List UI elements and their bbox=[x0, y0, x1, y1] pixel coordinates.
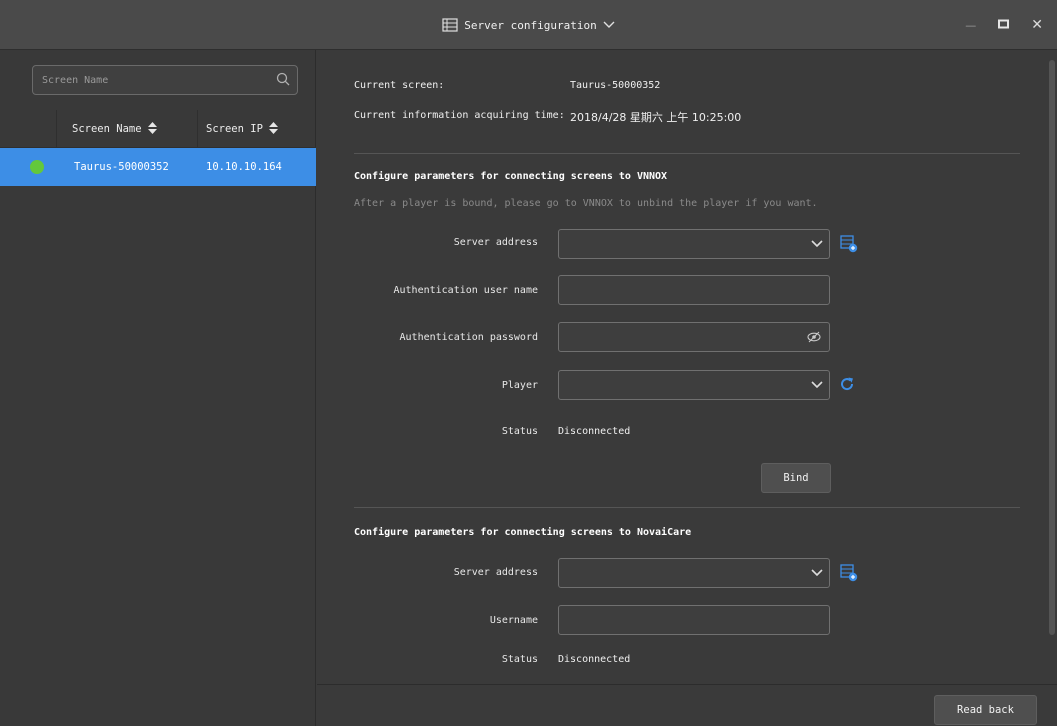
close-icon[interactable]: ✕ bbox=[1031, 17, 1043, 33]
eye-slash-icon[interactable] bbox=[807, 331, 821, 346]
vnnox-heading: Configure parameters for connecting scre… bbox=[354, 171, 668, 182]
vnnox-hint: After a player is bound, please go to VN… bbox=[354, 198, 818, 209]
player-input[interactable] bbox=[559, 371, 799, 399]
column-screen-name[interactable]: Screen Name bbox=[72, 110, 157, 148]
divider bbox=[354, 507, 1020, 508]
server-address-label: Server address bbox=[453, 237, 538, 248]
server-address-label: Server address bbox=[453, 567, 538, 578]
chevron-down-icon[interactable] bbox=[811, 568, 823, 581]
sort-icon[interactable] bbox=[147, 121, 157, 137]
screen-ip-cell: 10.10.10.164 bbox=[206, 161, 282, 173]
screen-name-cell: Taurus-50000352 bbox=[74, 161, 169, 173]
chevron-down-icon[interactable] bbox=[811, 239, 823, 252]
refresh-icon[interactable] bbox=[839, 376, 855, 395]
table-row[interactable]: Taurus-50000352 10.10.10.164 bbox=[0, 148, 316, 186]
vnnox-server-address-select[interactable] bbox=[558, 229, 830, 259]
server-address-input[interactable] bbox=[559, 230, 799, 258]
screen-list-panel: Screen Name Screen IP Taurus-50000352 10… bbox=[0, 50, 316, 726]
column-screen-ip[interactable]: Screen IP bbox=[206, 110, 278, 148]
chevron-down-icon[interactable] bbox=[811, 380, 823, 393]
vnnox-status-value: Disconnected bbox=[558, 426, 631, 437]
title-bar: Server configuration — ✕ bbox=[0, 0, 1057, 50]
server-icon bbox=[442, 18, 458, 32]
chevron-down-icon[interactable] bbox=[603, 20, 615, 30]
status-label: Status bbox=[501, 426, 538, 437]
window-title-group[interactable]: Server configuration bbox=[0, 0, 1057, 50]
auth-user-input[interactable] bbox=[559, 276, 799, 304]
acquiring-time-label: Current information acquiring time: bbox=[354, 110, 565, 121]
read-back-button[interactable]: Read back bbox=[934, 695, 1037, 725]
add-server-icon[interactable] bbox=[840, 564, 858, 585]
table-header: Screen Name Screen IP bbox=[0, 110, 316, 148]
novaicare-server-address-select[interactable] bbox=[558, 558, 830, 588]
username-label: Username bbox=[489, 615, 538, 626]
search-box[interactable] bbox=[32, 65, 298, 95]
divider bbox=[354, 153, 1020, 154]
search-icon[interactable] bbox=[276, 72, 290, 89]
search-input[interactable] bbox=[33, 66, 263, 94]
auth-password-input[interactable] bbox=[559, 323, 799, 351]
auth-password-field[interactable] bbox=[558, 322, 830, 352]
maximize-icon[interactable] bbox=[998, 17, 1010, 33]
player-select[interactable] bbox=[558, 370, 830, 400]
footer-bar: Read back bbox=[317, 684, 1057, 726]
novaicare-heading: Configure parameters for connecting scre… bbox=[354, 527, 692, 538]
bind-button[interactable]: Bind bbox=[761, 463, 831, 493]
acquiring-time-value: 2018/4/28 星期六 上午 10:25:00 bbox=[570, 111, 742, 124]
auth-password-label: Authentication password bbox=[399, 332, 538, 343]
sort-icon[interactable] bbox=[268, 121, 278, 137]
novaicare-status-value: Disconnected bbox=[558, 654, 631, 665]
minimize-icon[interactable]: — bbox=[965, 19, 976, 32]
status-indicator bbox=[30, 160, 44, 174]
configuration-panel: Current screen: Taurus-50000352 Current … bbox=[317, 50, 1057, 726]
auth-user-field[interactable] bbox=[558, 275, 830, 305]
username-field[interactable] bbox=[558, 605, 830, 635]
vertical-scrollbar[interactable] bbox=[1049, 60, 1055, 635]
current-screen-label: Current screen: bbox=[354, 80, 445, 91]
player-label: Player bbox=[501, 380, 538, 391]
window-title: Server configuration bbox=[464, 18, 597, 32]
status-label: Status bbox=[501, 654, 538, 665]
auth-user-label: Authentication user name bbox=[393, 285, 539, 296]
current-screen-value: Taurus-50000352 bbox=[570, 80, 661, 91]
username-input[interactable] bbox=[559, 606, 799, 634]
add-server-icon[interactable] bbox=[840, 235, 858, 256]
server-address-input[interactable] bbox=[559, 559, 799, 587]
